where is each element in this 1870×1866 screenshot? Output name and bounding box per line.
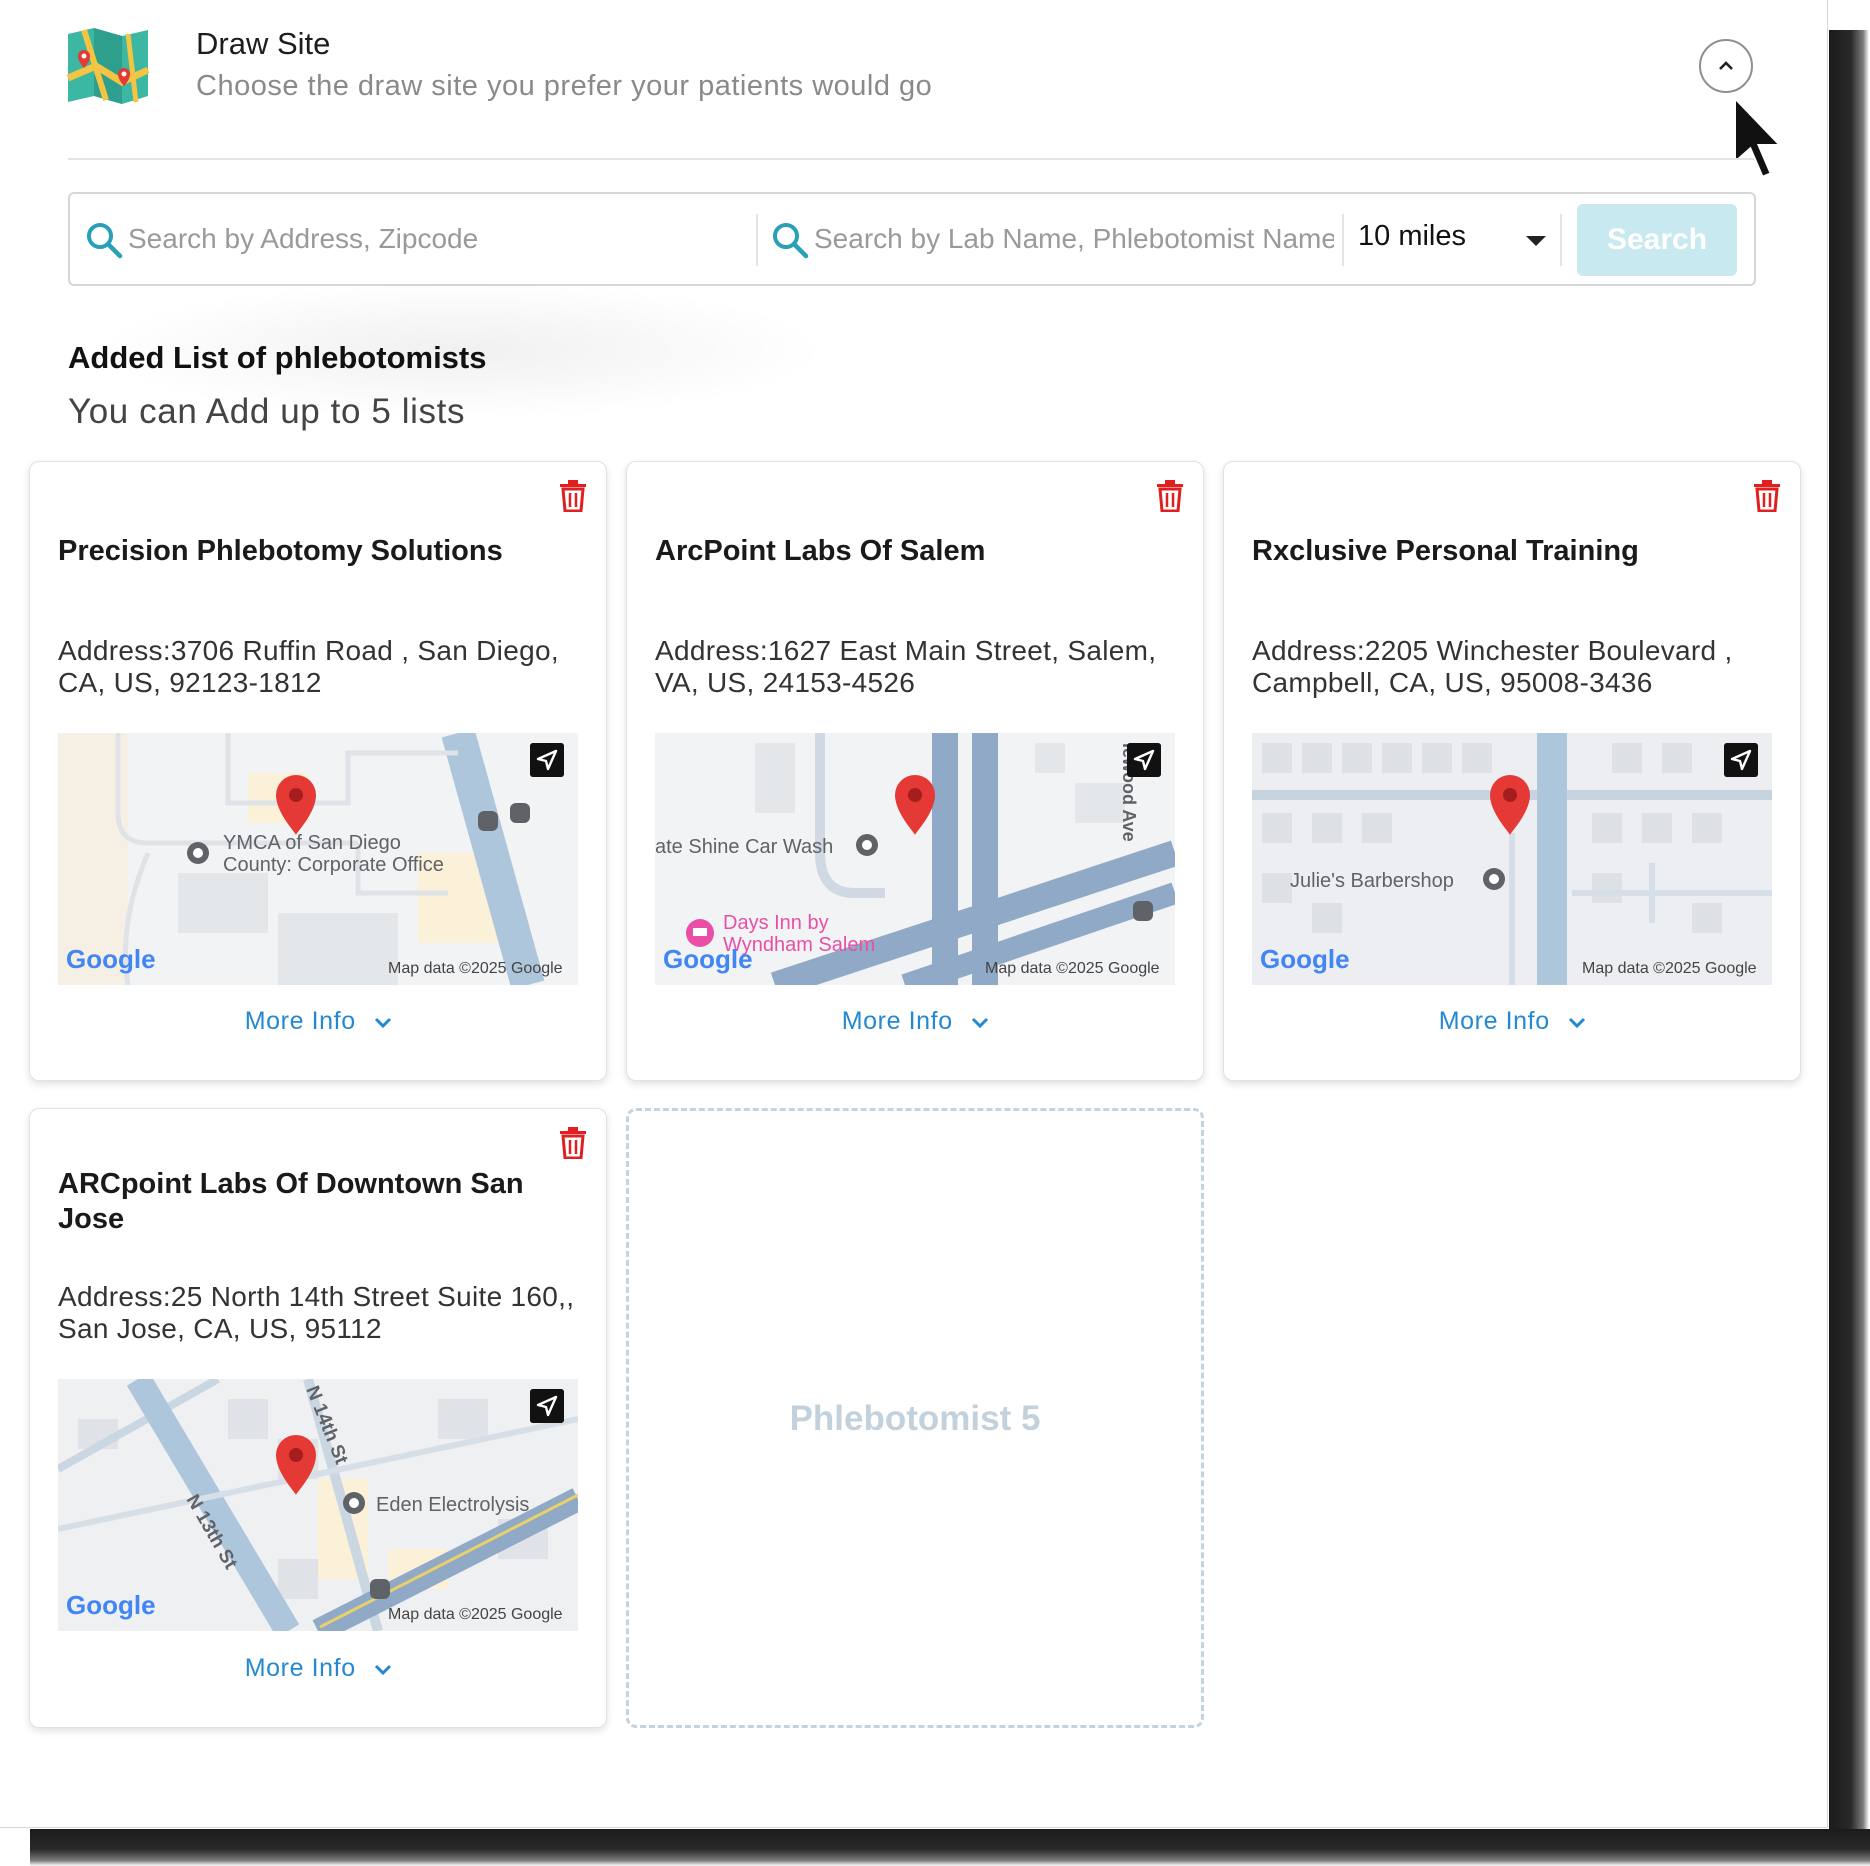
- phlebotomist-card: Precision Phlebotomy Solutions Address:3…: [29, 461, 607, 1081]
- directions-icon[interactable]: [1127, 743, 1161, 777]
- section-subtitle: You can Add up to 5 lists: [68, 392, 466, 431]
- chevron-up-icon: [1719, 61, 1733, 70]
- lab-search-input[interactable]: [814, 214, 1334, 264]
- collapse-button[interactable]: [1699, 39, 1753, 93]
- header-divider: [68, 158, 1754, 160]
- location-map[interactable]: YMCA of San Diego County: Corporate Offi…: [58, 733, 578, 985]
- google-logo: Google: [663, 944, 753, 974]
- google-logo: Google: [66, 1590, 156, 1620]
- slot-label: Phlebotomist 5: [789, 1399, 1041, 1438]
- chevron-down-icon: [375, 1018, 392, 1029]
- window-shadow: [30, 1829, 1870, 1866]
- more-info-toggle[interactable]: More Info: [30, 1007, 608, 1036]
- location-map[interactable]: N 14th St N 13th St Eden Electrolysis Go…: [58, 1379, 578, 1631]
- section-title: Added List of phlebotomists: [68, 340, 487, 375]
- location-map[interactable]: ate Shine Car Wash lewood Ave Days Inn b…: [655, 733, 1175, 985]
- window-shadow: [1829, 30, 1869, 1866]
- trash-icon[interactable]: [1155, 480, 1185, 512]
- google-logo: Google: [1260, 944, 1350, 974]
- map-attribution: Map data ©2025 Google: [1582, 960, 1757, 977]
- more-info-toggle[interactable]: More Info: [627, 1007, 1205, 1036]
- map-label: County: Corporate Office: [223, 854, 444, 876]
- google-logo: Google: [66, 944, 156, 974]
- address-search-input[interactable]: [128, 214, 748, 264]
- lab-name: ArcPoint Labs Of Salem: [655, 535, 986, 567]
- map-label: Days Inn by: [723, 912, 829, 934]
- lab-name: ARCpoint Labs Of Downtown San Jose: [58, 1168, 524, 1235]
- add-phlebotomist-slot[interactable]: Phlebotomist 5: [626, 1108, 1204, 1728]
- map-label: YMCA of San Diego: [223, 832, 401, 854]
- search-button[interactable]: Search: [1577, 204, 1737, 276]
- map-attribution: Map data ©2025 Google: [985, 960, 1160, 977]
- draw-site-panel: Draw Site Choose the draw site you prefe…: [0, 0, 1828, 1828]
- more-info-label: More Info: [244, 1007, 356, 1035]
- search-icon: [773, 223, 809, 259]
- search-icon: [87, 223, 123, 259]
- search-separator: [1560, 214, 1562, 266]
- caret-down-icon: [1526, 236, 1546, 246]
- map-label: Eden Electrolysis: [376, 1494, 529, 1516]
- trash-icon[interactable]: [1752, 480, 1782, 512]
- mouse-cursor-icon: [1732, 92, 1786, 181]
- phlebotomist-card: ArcPoint Labs Of Salem Address:1627 East…: [626, 461, 1204, 1081]
- phlebotomist-card: Rxclusive Personal Training Address:2205…: [1223, 461, 1801, 1081]
- more-info-label: More Info: [1438, 1007, 1550, 1035]
- search-separator: [1342, 214, 1344, 266]
- radius-value: 10 miles: [1358, 220, 1466, 252]
- map-attribution: Map data ©2025 Google: [388, 960, 563, 977]
- more-info-toggle[interactable]: More Info: [30, 1654, 608, 1683]
- phlebotomist-card: ARCpoint Labs Of Downtown San Jose Addre…: [29, 1108, 607, 1728]
- search-bar: 10 miles Search: [68, 192, 1756, 286]
- map-label: Julie's Barbershop: [1290, 870, 1454, 892]
- search-separator: [756, 214, 758, 266]
- lab-name: Precision Phlebotomy Solutions: [58, 535, 503, 567]
- directions-icon[interactable]: [530, 743, 564, 777]
- map-icon: [66, 28, 150, 104]
- trash-icon[interactable]: [558, 480, 588, 512]
- chevron-down-icon: [375, 1665, 392, 1676]
- chevron-down-icon: [1569, 1018, 1586, 1029]
- page-title: Draw Site: [196, 26, 331, 61]
- more-info-label: More Info: [244, 1654, 356, 1682]
- directions-icon[interactable]: [1724, 743, 1758, 777]
- lab-address: Address:3706 Ruffin Road , San Diego, CA…: [58, 635, 559, 698]
- lab-address: Address:2205 Winchester Boulevard , Camp…: [1252, 635, 1733, 698]
- location-map[interactable]: Julie's Barbershop Google Map data ©2025…: [1252, 733, 1772, 985]
- lab-name: Rxclusive Personal Training: [1252, 535, 1639, 567]
- page-subtitle: Choose the draw site you prefer your pat…: [196, 70, 933, 102]
- map-label: ate Shine Car Wash: [655, 836, 833, 858]
- lab-address: Address:1627 East Main Street, Salem, VA…: [655, 635, 1157, 698]
- map-attribution: Map data ©2025 Google: [388, 1606, 563, 1623]
- chevron-down-icon: [972, 1018, 989, 1029]
- more-info-label: More Info: [841, 1007, 953, 1035]
- trash-icon[interactable]: [558, 1127, 588, 1159]
- directions-icon[interactable]: [530, 1389, 564, 1423]
- more-info-toggle[interactable]: More Info: [1224, 1007, 1802, 1036]
- lab-address: Address:25 North 14th Street Suite 160,,…: [58, 1281, 575, 1344]
